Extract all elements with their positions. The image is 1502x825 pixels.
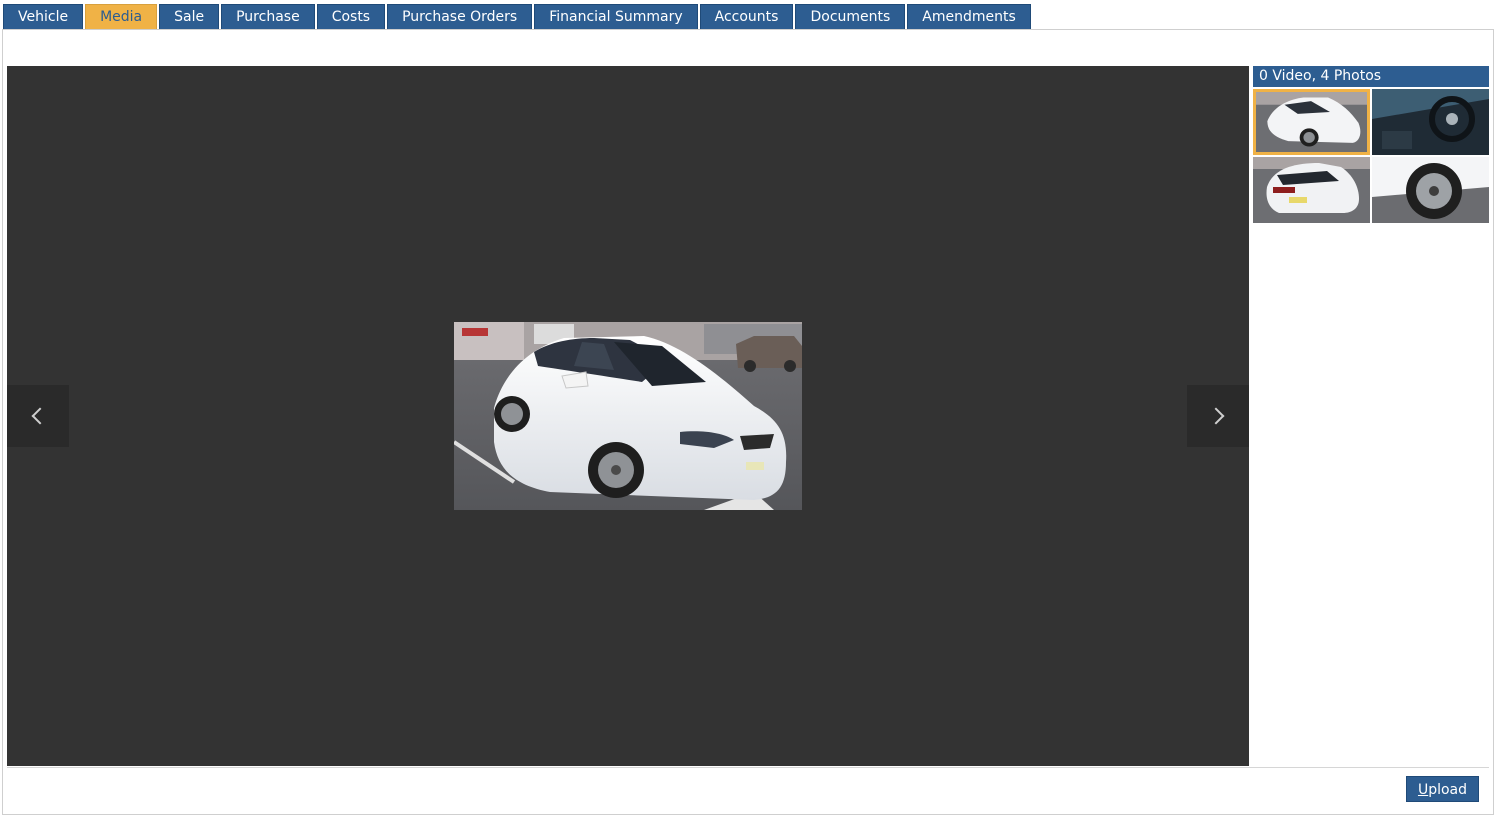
thumbnail-grid: [1253, 89, 1489, 223]
gallery-count-header: 0 Video, 4 Photos: [1253, 66, 1489, 87]
tab-financial-summary[interactable]: Financial Summary: [534, 4, 698, 29]
next-photo-button[interactable]: [1187, 385, 1249, 447]
tab-sale[interactable]: Sale: [159, 4, 220, 29]
car-wheel-thumbnail-image: [1372, 157, 1489, 223]
previous-photo-button[interactable]: [7, 385, 69, 447]
car-interior-thumbnail-image: [1372, 89, 1489, 155]
car-rear-thumbnail-image: [1253, 157, 1370, 223]
photo-viewer: [7, 66, 1249, 766]
photo-gallery: 0 Video, 4 Photos: [1253, 66, 1489, 223]
tab-accounts[interactable]: Accounts: [699, 4, 794, 29]
car-front-thumbnail-image: [1256, 92, 1367, 152]
upload-button[interactable]: Upload: [1406, 776, 1479, 802]
thumbnail-3[interactable]: [1253, 157, 1370, 223]
footer-divider: [7, 767, 1489, 768]
chevron-left-icon: [31, 407, 49, 425]
tab-purchase-orders[interactable]: Purchase Orders: [387, 4, 533, 29]
tab-purchase[interactable]: Purchase: [221, 4, 315, 29]
car-photo-image: [452, 322, 802, 510]
tab-amendments[interactable]: Amendments: [907, 4, 1031, 29]
upload-accesskey: U: [1417, 782, 1429, 798]
chevron-right-icon: [1207, 407, 1225, 425]
upload-label: pload: [1428, 782, 1468, 798]
tab-bar: Vehicle Media Sale Purchase Costs Purcha…: [3, 4, 1031, 29]
thumbnail-1[interactable]: [1253, 89, 1370, 155]
tab-documents[interactable]: Documents: [795, 4, 906, 29]
thumbnail-4[interactable]: [1372, 157, 1489, 223]
media-page: Vehicle Media Sale Purchase Costs Purcha…: [0, 0, 1502, 825]
main-photo: [452, 322, 802, 510]
tab-media[interactable]: Media: [85, 4, 158, 29]
tab-costs[interactable]: Costs: [316, 4, 386, 29]
tab-vehicle[interactable]: Vehicle: [3, 4, 84, 29]
thumbnail-2[interactable]: [1372, 89, 1489, 155]
